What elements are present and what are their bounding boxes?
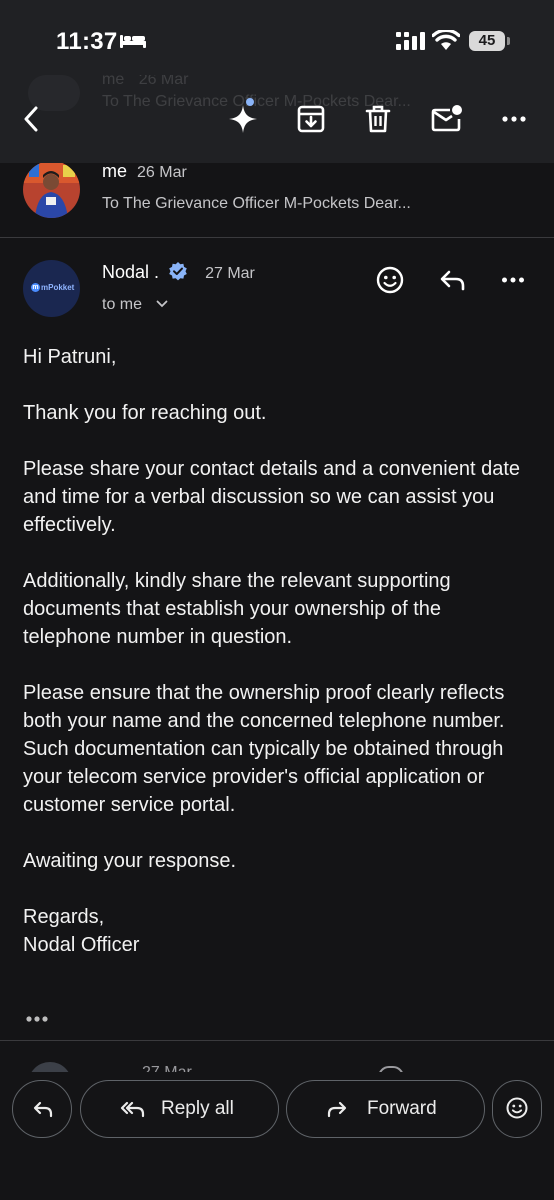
show-trimmed-content-button[interactable] — [25, 1010, 49, 1022]
reply-all-icon — [120, 1101, 145, 1118]
logo-mark: m — [31, 283, 40, 292]
delete-button[interactable] — [356, 97, 400, 141]
cellular-signal-icon — [396, 32, 425, 50]
back-button[interactable] — [10, 97, 54, 141]
status-time: 11:37 — [56, 28, 118, 55]
chevron-down-icon — [157, 300, 168, 308]
sender-logo-avatar: m mPokket — [23, 260, 80, 317]
back-arrow-icon — [24, 106, 38, 132]
open-message-header: m mPokket Nodal . 27 Mar to me — [0, 238, 554, 328]
reply-all-label: Reply all — [161, 1098, 234, 1119]
more-horizontal-icon — [502, 277, 524, 283]
forward-label: Forward — [367, 1098, 437, 1119]
ghost-sender-name: me — [102, 75, 125, 88]
gemini-summarize-button[interactable] — [221, 97, 265, 141]
reply-action-bar: Reply all Forward — [0, 1072, 554, 1200]
archive-button[interactable] — [289, 97, 333, 141]
scrolled-message-ghost: me 26 Mar To The Grievance Officer M-Poc… — [0, 75, 554, 163]
emoji-icon — [506, 1097, 528, 1119]
avatar — [23, 161, 80, 218]
add-reaction-button[interactable] — [372, 262, 408, 298]
message-more-button[interactable] — [495, 262, 531, 298]
sender-line: Nodal . 27 Mar — [102, 261, 255, 283]
wifi-icon — [432, 30, 460, 50]
body-paragraph: Additionally, kindly share the relevant … — [23, 570, 451, 648]
ghost-sender: me 26 Mar — [102, 75, 188, 89]
more-options-button[interactable] — [492, 97, 536, 141]
mail-unread-icon — [431, 105, 462, 132]
status-bar: 11:37 45 — [0, 0, 554, 75]
message-date: 27 Mar — [205, 265, 255, 282]
body-paragraph: Thank you for reaching out. — [23, 402, 267, 424]
sender-name: Nodal . — [102, 262, 160, 282]
message-snippet: To The Grievance Officer M-Pockets Dear.… — [102, 195, 411, 212]
battery-nub — [507, 37, 510, 45]
message-divider — [0, 1040, 554, 1041]
emoji-icon — [376, 266, 404, 294]
reply-icon — [440, 270, 465, 291]
reply-all-button[interactable]: Reply all — [80, 1080, 279, 1138]
message-body: Hi Patruni, Thank you for reaching out. … — [23, 343, 533, 959]
reply-button[interactable] — [434, 262, 470, 298]
email-toolbar: me 26 Mar To The Grievance Officer M-Poc… — [0, 75, 554, 163]
signature: Nodal Officer — [23, 934, 140, 956]
sleep-focus-icon — [120, 35, 146, 48]
reply-icon — [33, 1101, 53, 1118]
archive-icon — [297, 105, 325, 133]
verified-badge-icon — [169, 262, 187, 281]
battery-indicator: 45 — [469, 31, 505, 51]
recipient-label: to me — [102, 296, 143, 313]
mark-unread-button[interactable] — [424, 97, 468, 141]
ellipsis-icon — [26, 1016, 48, 1022]
message-date: 26 Mar — [137, 164, 187, 181]
greeting: Hi Patruni, — [23, 346, 117, 368]
logo-text: mPokket — [41, 283, 75, 292]
body-paragraph: Awaiting your response. — [23, 850, 237, 872]
body-paragraph: Please ensure that the ownership proof c… — [23, 682, 505, 816]
recipient-details-toggle[interactable]: to me — [102, 296, 168, 314]
more-horizontal-icon — [502, 116, 526, 122]
forward-button[interactable]: Forward — [286, 1080, 485, 1138]
body-paragraph: Please share your contact details and a … — [23, 458, 520, 536]
react-button[interactable] — [492, 1080, 542, 1138]
sender-name: me — [102, 161, 128, 181]
forward-icon — [327, 1101, 347, 1118]
ghost-date: 26 Mar — [138, 75, 189, 88]
profile-photo — [23, 161, 80, 218]
trash-icon — [365, 105, 391, 133]
message-sender-line: me 26 Mar — [102, 161, 187, 182]
sign-off: Regards, — [23, 906, 105, 928]
new-feature-dot — [246, 98, 254, 106]
sparkle-icon — [229, 105, 257, 133]
reply-button[interactable] — [12, 1080, 72, 1138]
